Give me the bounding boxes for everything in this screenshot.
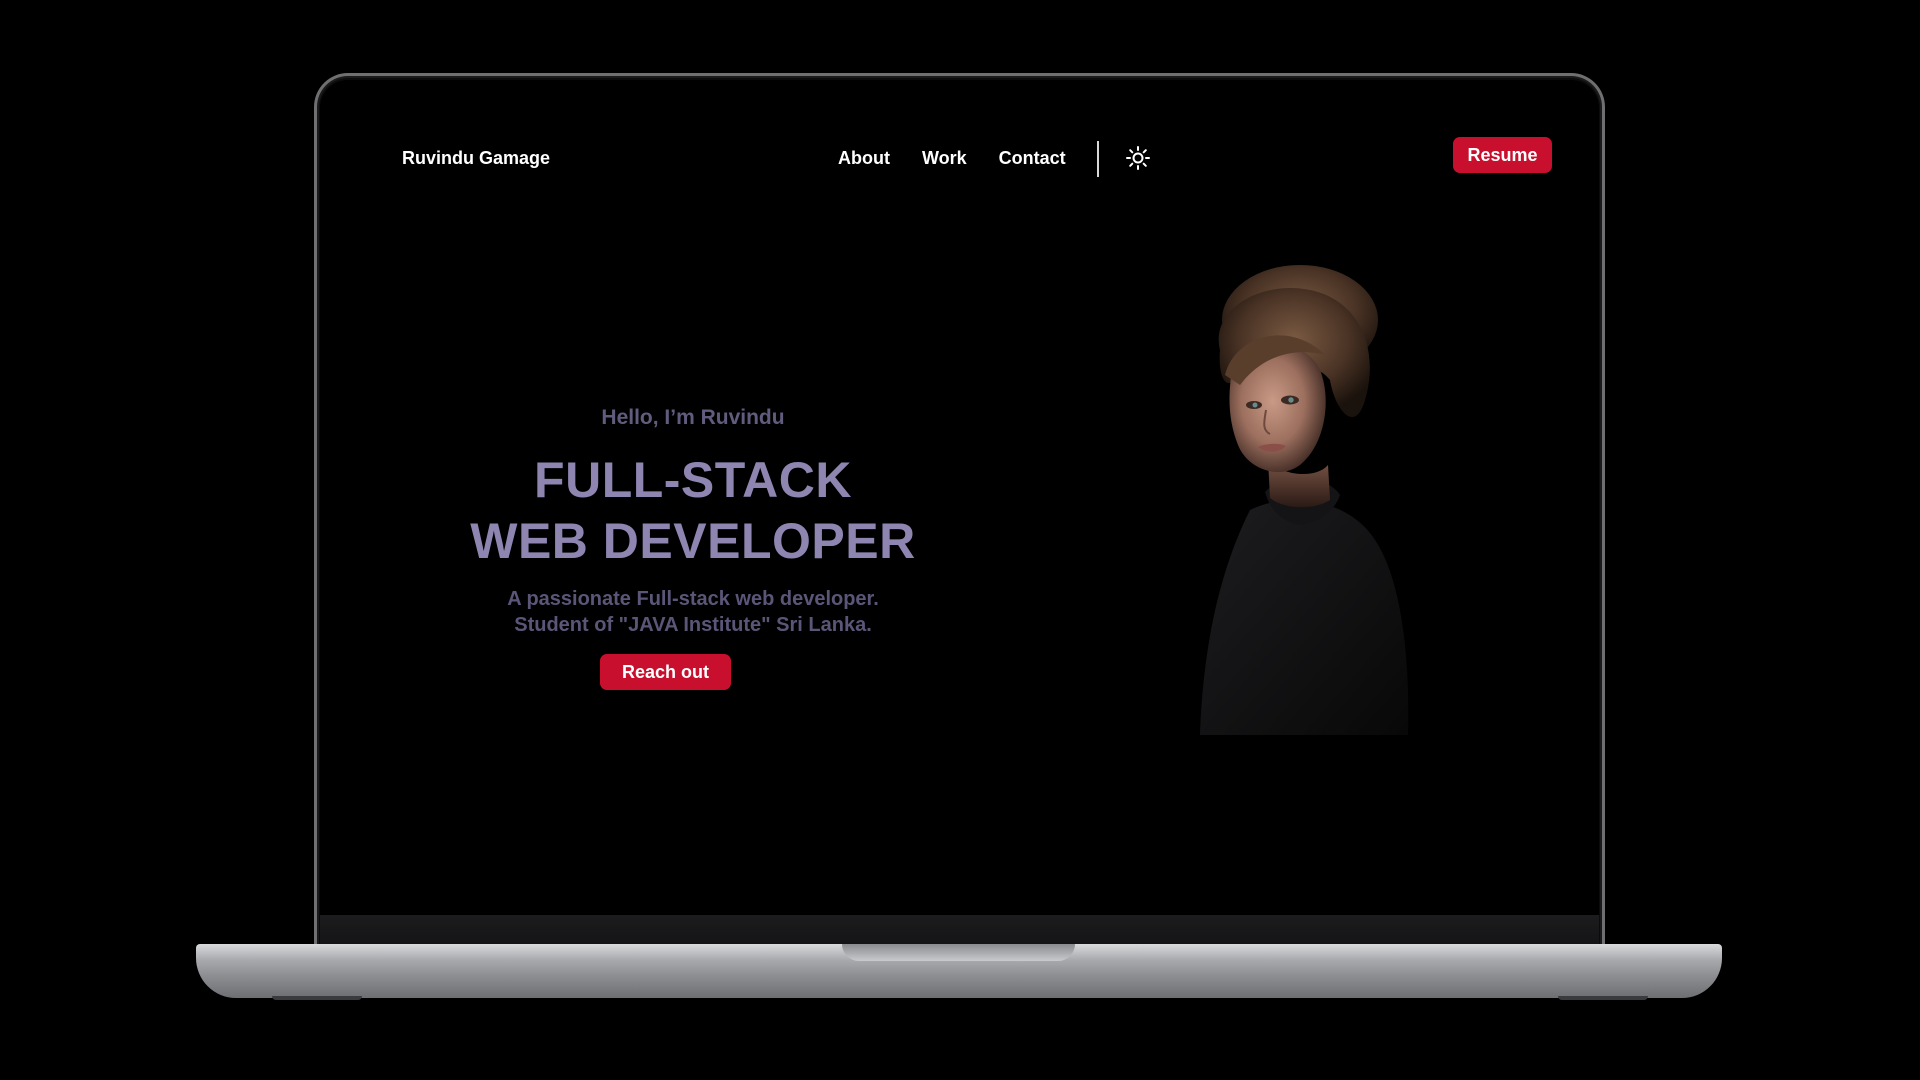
profile-portrait-image [1200,265,1409,735]
hero-subtitle-line-1: A passionate Full-stack web developer. [507,588,879,610]
hero-subtitle-line-2: Student of "JAVA Institute" Sri Lanka. [514,614,872,636]
hero-title: FULL-STACK WEB DEVELOPER [420,450,966,572]
hero-greeting: Hello, I’m Ruvindu [601,406,785,429]
website-screen: Ruvindu Gamage About Work Contact Resume… [320,80,1599,915]
reach-out-button[interactable]: Reach out [600,654,731,690]
hero-subtitle: A passionate Full-stack web developer. S… [400,586,986,638]
nav-divider [1097,141,1099,177]
hero-title-line-2: WEB DEVELOPER [470,513,916,569]
laptop-foot-left [272,996,362,1000]
sun-icon[interactable] [1125,145,1151,171]
hero-title-line-1: FULL-STACK [534,452,852,508]
laptop-foot-right [1558,996,1648,1000]
screen-bottom-bezel [320,915,1599,945]
device-mockup: Ruvindu Gamage About Work Contact Resume… [0,0,1920,1080]
hero-section: Hello, I’m Ruvindu FULL-STACK WEB DEVELO… [320,80,1020,915]
resume-button[interactable]: Resume [1453,137,1552,173]
laptop-notch [842,944,1075,961]
